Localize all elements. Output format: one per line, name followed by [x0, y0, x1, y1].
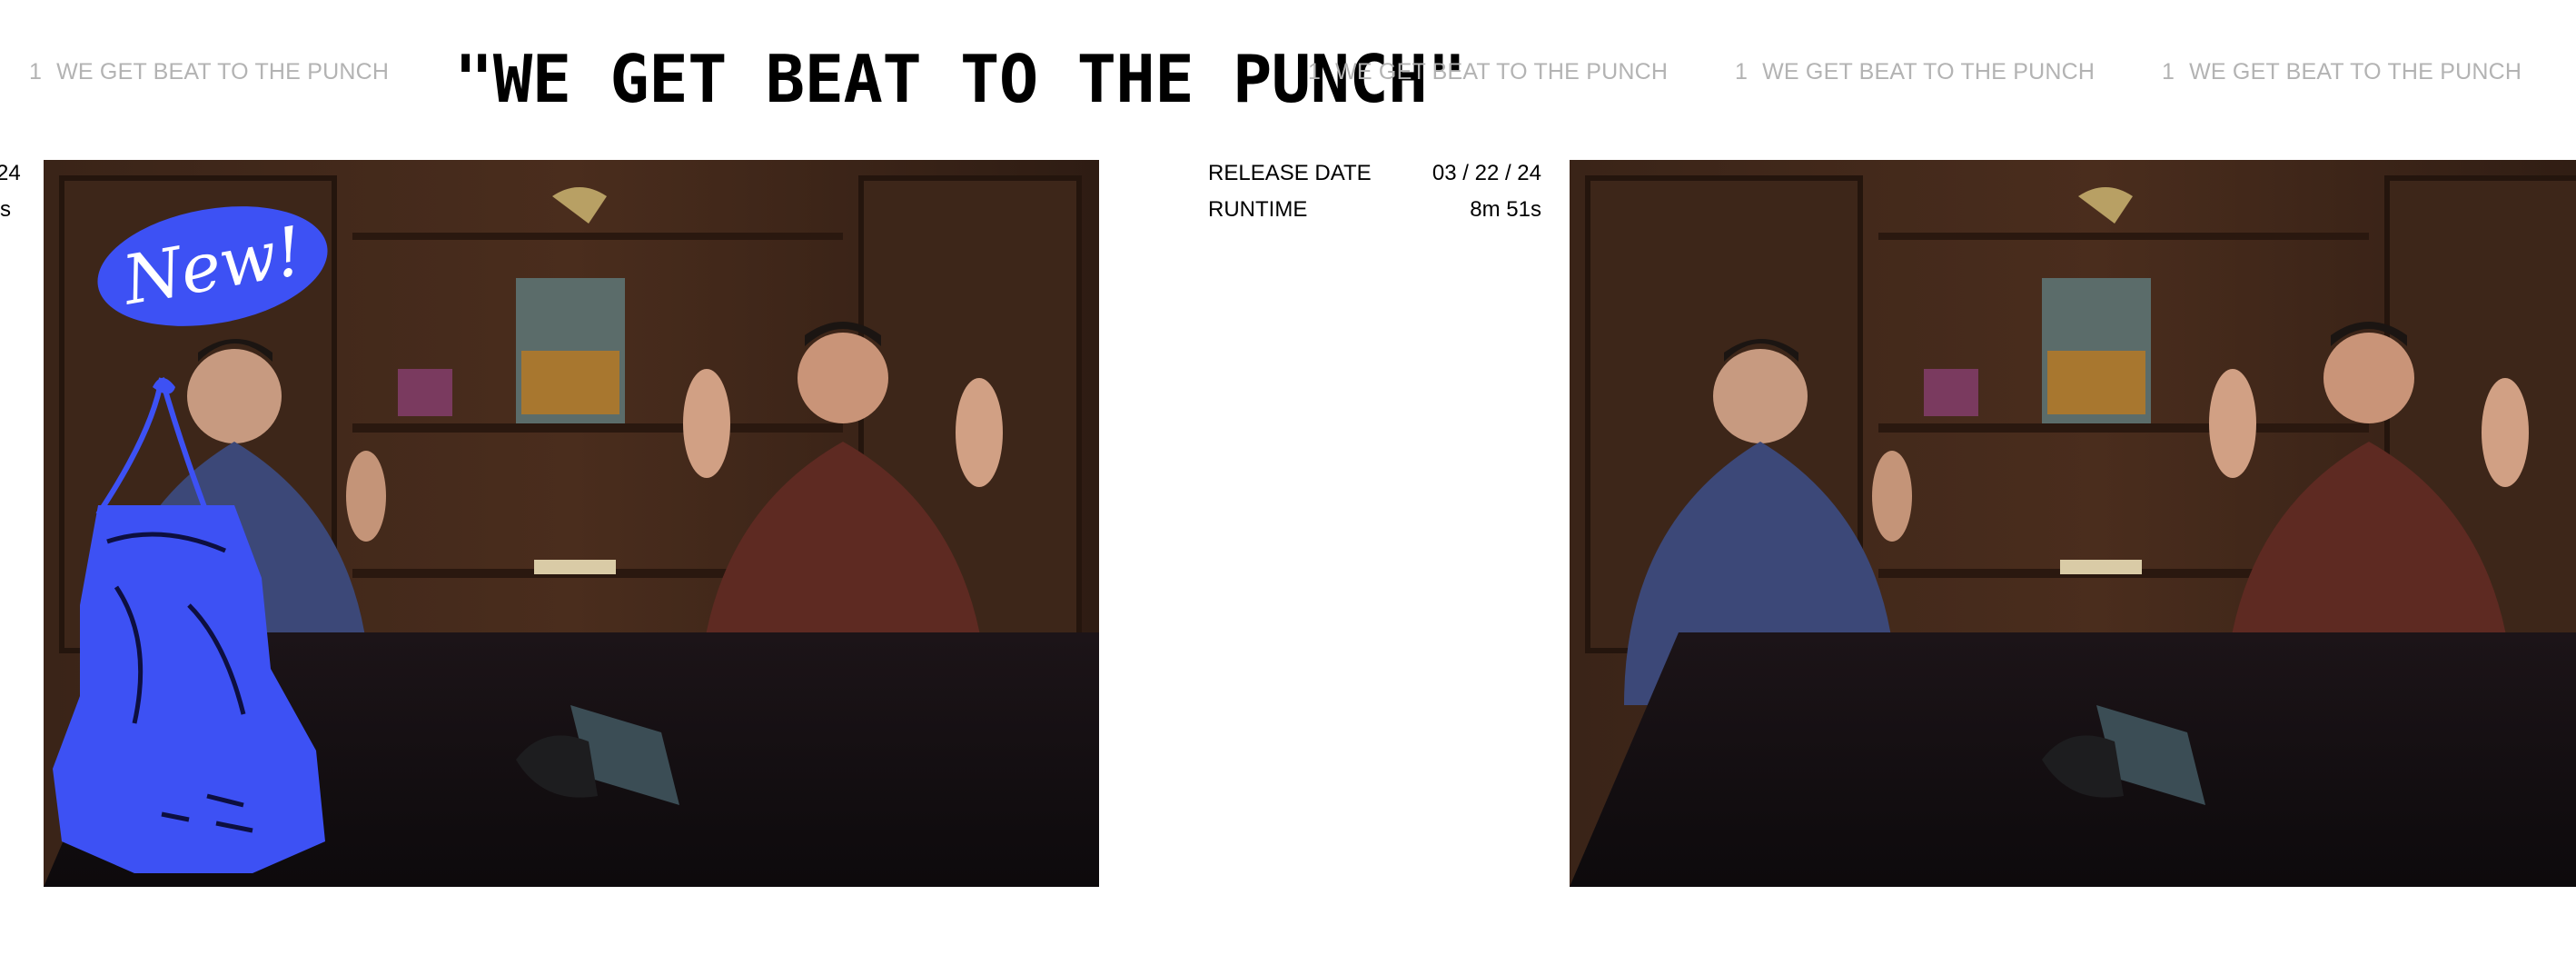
- marquee-number: 1: [1735, 58, 1749, 85]
- episode-title: "WE GET BEAT TO THE PUNCH": [454, 41, 1467, 117]
- marquee-item: 1 WE GET BEAT TO THE PUNCH: [29, 58, 389, 85]
- video-still-scene: [1570, 160, 2576, 887]
- new-badge-text: New!: [117, 212, 308, 321]
- runtime-label: RUNTIME: [1208, 197, 1308, 222]
- runtime-value: s: [0, 197, 11, 222]
- marquee-item: 1 WE GET BEAT TO THE PUNCH: [2162, 58, 2522, 85]
- release-date-row: RELEASE DATE 03 / 22 / 24: [1208, 160, 1541, 187]
- video-thumbnail[interactable]: New!: [44, 160, 1099, 887]
- release-date-label: RELEASE DATE: [1208, 161, 1372, 185]
- video-thumbnail[interactable]: [1570, 160, 2576, 887]
- marquee-number: 1: [1308, 58, 1322, 85]
- marquee-item: 1 WE GET BEAT TO THE PUNCH: [1308, 58, 1668, 85]
- marquee-item: 1 WE GET BEAT TO THE PUNCH: [1735, 58, 2095, 85]
- marquee-text: WE GET BEAT TO THE PUNCH: [56, 58, 390, 85]
- runtime-value: 8m 51s: [1470, 197, 1541, 222]
- marquee-number: 1: [2162, 58, 2175, 85]
- marquee-text: WE GET BEAT TO THE PUNCH: [1335, 58, 1669, 85]
- release-date-value: 24: [0, 161, 21, 185]
- runtime-row: RUNTIME 8m 51s: [1208, 196, 1541, 224]
- boxing-glove-icon: [53, 377, 325, 873]
- marquee-number: 1: [29, 58, 43, 85]
- marquee-text: WE GET BEAT TO THE PUNCH: [1762, 58, 2095, 85]
- clipped-runtime-value: s: [0, 196, 11, 224]
- marquee-text: WE GET BEAT TO THE PUNCH: [2189, 58, 2522, 85]
- release-date-value: 03 / 22 / 24: [1432, 161, 1541, 185]
- clipped-release-value: 24: [0, 160, 21, 187]
